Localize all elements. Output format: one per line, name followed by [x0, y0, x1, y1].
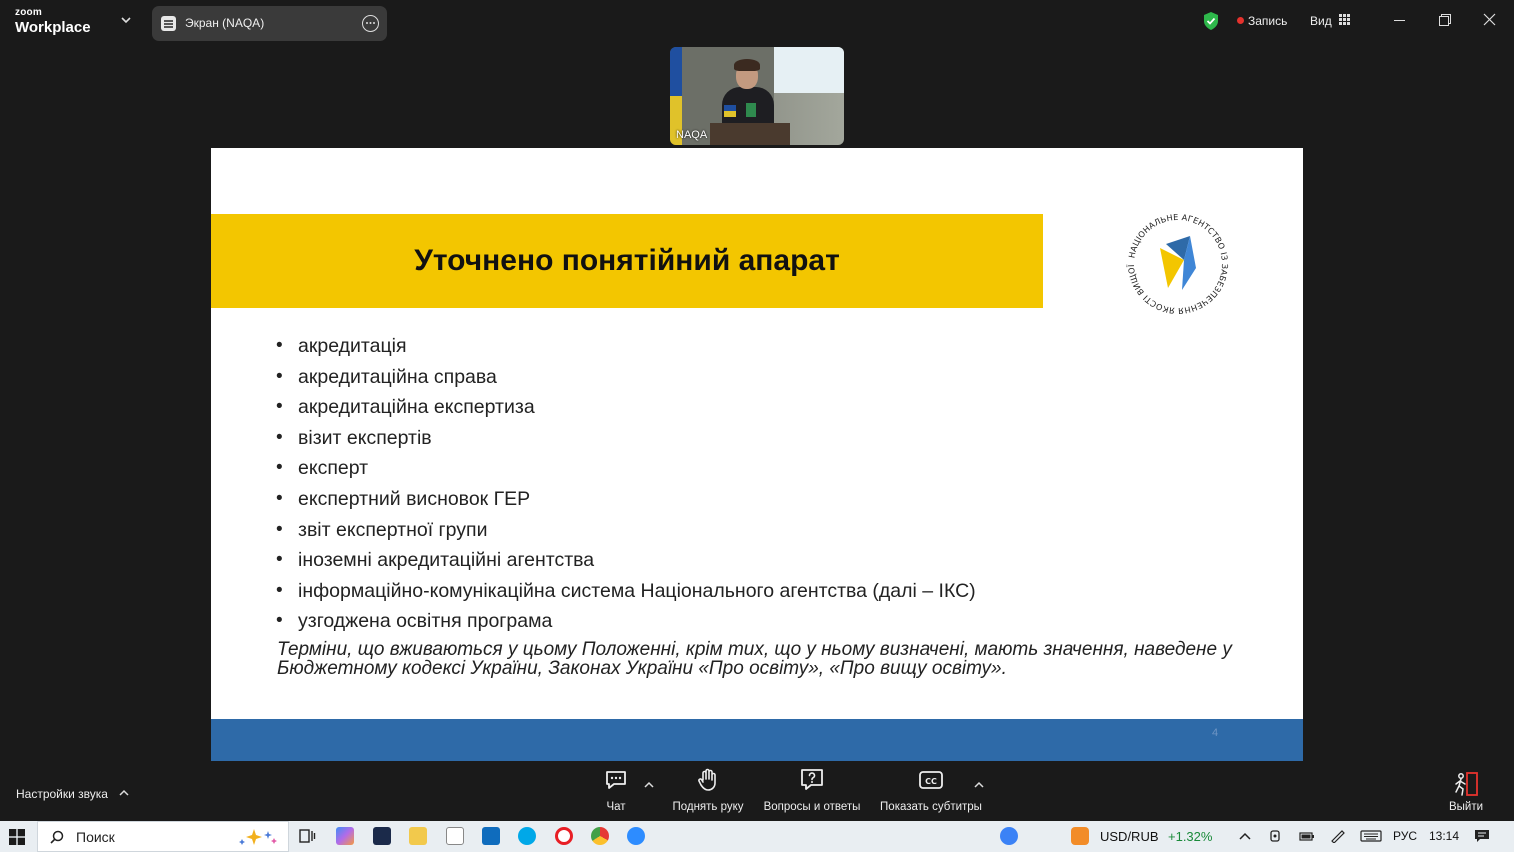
currency-ticker[interactable]: USD/RUB [1100, 829, 1159, 844]
notifications-icon[interactable] [1474, 829, 1490, 843]
battery-icon[interactable] [1299, 829, 1315, 843]
chevron-down-icon[interactable] [120, 14, 132, 26]
slide-note: Терміни, що вживаються у цьому Положенні… [277, 639, 1232, 679]
more-options-icon[interactable] [362, 15, 379, 32]
skype-icon[interactable] [518, 827, 536, 845]
participant-video[interactable]: NAQA [670, 47, 844, 145]
opera-icon[interactable] [555, 827, 573, 845]
slide-footer-band [211, 719, 1303, 761]
zoom-window: zoom Workplace Экран (NAQA) Запись Вид N… [0, 0, 1514, 852]
question-bubble-icon [801, 769, 823, 790]
currency-change: +1.32% [1168, 829, 1213, 844]
chevron-up-icon[interactable] [644, 781, 654, 789]
ticker-icon [1071, 827, 1089, 845]
list-item: іноземні акредитаційні агентства [275, 545, 1275, 576]
list-item: узгоджена освітня програма [275, 606, 1275, 637]
participant-name: NAQA [676, 129, 708, 141]
chrome-icon[interactable] [591, 827, 609, 845]
windows-start-icon[interactable] [9, 829, 25, 845]
bullet-list: акредитація акредитаційна справа акредит… [275, 331, 1275, 637]
share-tab-label: Экран (NAQA) [185, 16, 265, 30]
list-item: акредитаційна експертиза [275, 392, 1275, 423]
leave-door-icon[interactable] [1452, 771, 1480, 797]
qa-button[interactable]: Вопросы и ответы [760, 767, 864, 819]
keyboard-icon[interactable] [1360, 829, 1382, 843]
brand-big: Workplace [15, 19, 91, 36]
grid-view-icon[interactable] [1339, 14, 1350, 25]
chat-label: Чат [606, 801, 626, 813]
svg-text:CC: CC [925, 777, 937, 786]
captions-button[interactable]: CC Показать субтитры [876, 767, 986, 819]
meet-now-icon[interactable] [1268, 829, 1284, 843]
raise-hand-button[interactable]: Поднять руку [668, 767, 748, 819]
slide-page-number: 4 [1212, 727, 1219, 739]
list-item: акредитаційна справа [275, 362, 1275, 393]
copilot-icon[interactable] [336, 827, 354, 845]
brand-small: zoom [15, 7, 42, 18]
record-dot-icon [1237, 17, 1244, 24]
list-item: інформаційно-комунікаційна система Націо… [275, 576, 1275, 607]
chevron-up-icon[interactable] [1237, 829, 1253, 843]
closed-captions-icon: CC [919, 771, 943, 789]
chat-button[interactable]: Чат [596, 767, 636, 819]
zoom-app-icon[interactable] [627, 827, 645, 845]
zoom-logo: zoom Workplace [15, 7, 91, 36]
list-item: акредитація [275, 331, 1275, 362]
restore-button[interactable] [1439, 14, 1451, 26]
document-icon [161, 16, 176, 31]
notepad-icon[interactable] [446, 827, 464, 845]
minimize-button[interactable] [1394, 20, 1405, 21]
windows-taskbar: Поиск USD/RUB +1.32% РУС 13:14 [0, 821, 1514, 852]
screen-share-tab[interactable]: Экран (NAQA) [152, 6, 387, 41]
chevron-up-icon[interactable] [974, 781, 984, 789]
naqa-logo: НАЦІОНАЛЬНЕ АГЕНТСТВО ІЗ ЗАБЕЗПЕЧЕННЯ ЯК… [1122, 208, 1230, 316]
list-item: експерт [275, 453, 1275, 484]
hand-icon [698, 768, 716, 791]
list-item: візит експертів [275, 423, 1275, 454]
slide-title-band: Уточнено понятійний апарат [211, 214, 1043, 308]
list-item: експертний висновок ГЕР [275, 484, 1275, 515]
close-button[interactable] [1483, 13, 1496, 26]
recording-indicator[interactable]: Запись [1248, 14, 1287, 28]
raise-hand-label: Поднять руку [672, 801, 744, 813]
meeting-toolbar: Настройки звука Чат Поднять руку Вопросы… [0, 761, 1514, 821]
shared-slide: Уточнено понятійний апарат НАЦІОНАЛЬНЕ А… [211, 148, 1303, 761]
terminal-icon[interactable] [373, 827, 391, 845]
title-bar: zoom Workplace Экран (NAQA) Запись Вид [0, 0, 1514, 44]
search-icon [50, 830, 64, 844]
qa-label: Вопросы и ответы [763, 801, 861, 813]
language-indicator[interactable]: РУС [1393, 829, 1417, 843]
taskbar-search[interactable]: Поиск [37, 821, 289, 852]
task-view-icon[interactable] [298, 827, 316, 845]
clock[interactable]: 13:14 [1429, 829, 1459, 843]
chat-icon [606, 771, 626, 789]
chevron-up-icon[interactable] [119, 789, 129, 797]
slide-title: Уточнено понятійний апарат [414, 244, 840, 277]
help-icon[interactable] [1000, 827, 1018, 845]
view-button[interactable]: Вид [1310, 14, 1332, 28]
outlook-icon[interactable] [482, 827, 500, 845]
shield-check-icon[interactable] [1202, 11, 1220, 31]
audio-settings-button[interactable]: Настройки звука [16, 787, 108, 801]
file-explorer-icon[interactable] [409, 827, 427, 845]
leave-button[interactable]: Выйти [1449, 801, 1483, 813]
captions-label: Показать субтитры [880, 801, 982, 813]
list-item: звіт експертної групи [275, 515, 1275, 546]
pen-icon[interactable] [1330, 829, 1346, 843]
sparkle-icon [239, 829, 277, 845]
search-placeholder: Поиск [76, 829, 115, 845]
